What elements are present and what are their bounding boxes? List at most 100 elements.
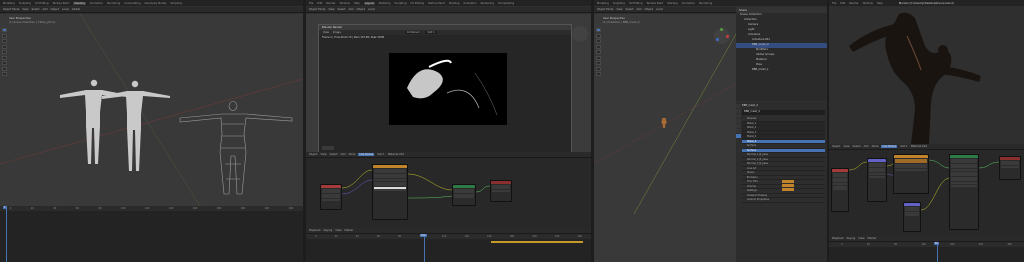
add-menu[interactable]: Add [341, 153, 346, 156]
node-menu[interactable]: Node [872, 145, 879, 148]
render-window[interactable]: Blender Render View Image Combined Slot … [318, 24, 572, 154]
menu-item[interactable]: Rendering [481, 2, 494, 5]
menu-item[interactable]: Rendering [107, 2, 120, 5]
local-toggle[interactable]: Local [62, 8, 69, 11]
menu-item[interactable]: Sculpting [394, 2, 406, 5]
modifier-tab-icon[interactable] [736, 129, 741, 133]
menu-item[interactable]: Animation [90, 2, 103, 5]
select-menu[interactable]: Select [626, 8, 634, 11]
timeline-panel[interactable]: 0 20 40 60 80 100 120 140 160 180 200 22… [0, 206, 303, 262]
render-tab-icon[interactable] [736, 109, 741, 113]
render-view-menu[interactable]: View [323, 31, 329, 34]
mode-dropdown[interactable]: Object Mode [3, 8, 19, 11]
render-image-menu[interactable]: Image [333, 31, 341, 34]
render-slot-dropdown[interactable]: Slot 1 [425, 31, 437, 34]
render-pass-dropdown[interactable]: Combined [404, 31, 422, 34]
use-nodes-toggle[interactable]: Use Nodes [881, 145, 898, 148]
menu-item[interactable]: Shading [667, 2, 678, 5]
select-menu[interactable]: Select [330, 153, 338, 156]
principled-bsdf-node[interactable] [452, 184, 476, 206]
mode-dropdown[interactable]: Object Mode [309, 8, 325, 11]
menu-item[interactable]: File [309, 2, 313, 5]
menu-item[interactable]: Sculpting [613, 2, 625, 5]
image-texture-node[interactable] [893, 154, 929, 194]
object-menu[interactable]: Object [51, 8, 59, 11]
menu-item[interactable]: Sculpting [19, 2, 31, 5]
node-menu[interactable]: Node [349, 153, 356, 156]
view-menu[interactable]: View [616, 8, 622, 11]
menu-item[interactable]: UV Editing [629, 2, 643, 5]
swatch[interactable] [782, 180, 794, 183]
section-header[interactable]: Custom Properties [742, 198, 825, 203]
view-menu[interactable]: View [328, 8, 334, 11]
render-footer-button[interactable] [322, 146, 334, 150]
object-menu[interactable]: Object [645, 8, 653, 11]
material-output-node[interactable] [490, 180, 512, 202]
add-menu[interactable]: Add [864, 145, 869, 148]
menu-item[interactable]: Geometry Nodes [145, 2, 167, 5]
node-editor[interactable] [306, 158, 591, 228]
keying-menu[interactable]: Keying [324, 229, 333, 232]
menu-item[interactable]: Help [354, 2, 360, 5]
menu-item[interactable]: Texture Paint [428, 2, 445, 5]
add-menu[interactable]: Add [43, 8, 48, 11]
menu-item[interactable]: Compositing [498, 2, 514, 5]
playhead[interactable] [6, 206, 7, 262]
scene-tab-icon[interactable] [736, 119, 741, 123]
properties-panel[interactable]: BBB_mesh_0 BBB_mesh_0 Preview Metal_1 Me… [736, 102, 827, 262]
menu-item[interactable]: Modeling [379, 2, 391, 5]
menu-item[interactable]: Animation [463, 2, 476, 5]
local-toggle[interactable]: Local [368, 8, 375, 11]
render-view[interactable] [829, 6, 1024, 144]
menu-item[interactable]: Shading [449, 2, 460, 5]
3d-viewport[interactable]: User Perspective (1) Scene Collection | … [0, 14, 303, 206]
playback-menu[interactable]: Playback [832, 237, 844, 240]
slot-dropdown[interactable]: Slot 1 [377, 153, 384, 156]
view-menu[interactable]: View [843, 145, 849, 148]
navigation-gizmo[interactable] [572, 26, 588, 42]
material-dropdown[interactable]: Material.001 [388, 153, 404, 156]
use-nodes-toggle[interactable]: Use Nodes [358, 153, 375, 156]
editor-type-dropdown[interactable]: Object [832, 145, 840, 148]
texture-coordinate-node[interactable] [831, 168, 849, 212]
menu-item[interactable]: Scripting [170, 2, 182, 5]
node-editor[interactable] [829, 150, 1024, 236]
principled-bsdf-node[interactable] [949, 154, 979, 230]
3d-viewport[interactable]: Blender Render View Image Combined Slot … [306, 14, 591, 154]
menu-item-active[interactable]: Layout [363, 1, 375, 5]
select-menu[interactable]: Select [853, 145, 861, 148]
slot-dropdown[interactable]: Slot 1 [900, 145, 907, 148]
menu-item-active[interactable]: Shading [73, 1, 86, 5]
material-output-node[interactable] [999, 156, 1021, 180]
playback-menu[interactable]: Playback [309, 229, 321, 232]
view-menu[interactable]: View [22, 8, 28, 11]
editor-type-dropdown[interactable]: Object [309, 153, 317, 156]
outliner-panel[interactable]: Scene Scene Collection Collection Camera… [736, 7, 827, 101]
menu-item[interactable]: Texture Paint [646, 2, 663, 5]
mode-dropdown[interactable]: Object Mode [597, 8, 613, 11]
view-menu[interactable]: View [320, 153, 326, 156]
keying-menu[interactable]: Keying [847, 237, 856, 240]
menu-item[interactable]: UV Editing [35, 2, 49, 5]
playhead[interactable] [424, 234, 425, 262]
select-menu[interactable]: Select [32, 8, 40, 11]
tree-item[interactable]: BBB_mesh_1 [736, 68, 827, 73]
mapping-node[interactable] [867, 158, 887, 202]
add-menu[interactable]: Add [637, 8, 642, 11]
menu-item[interactable]: Modeling [597, 2, 609, 5]
object-name-field[interactable]: BBB_mesh_0 [742, 104, 825, 109]
menu-item[interactable]: UV Editing [411, 2, 425, 5]
menu-item[interactable]: Rendering [699, 2, 712, 5]
swatch[interactable] [782, 188, 794, 191]
menu-item[interactable]: File [832, 2, 836, 5]
vector-node[interactable] [903, 202, 921, 232]
view-menu[interactable]: View [858, 237, 864, 240]
view-menu[interactable]: View [335, 229, 341, 232]
menu-item[interactable]: Render [849, 2, 858, 5]
local-toggle[interactable]: Local [656, 8, 663, 11]
select-menu[interactable]: Select [338, 8, 346, 11]
menu-item[interactable]: Render [326, 2, 335, 5]
menu-item[interactable]: Compositing [124, 2, 140, 5]
menu-item[interactable]: Modeling [3, 2, 15, 5]
texture-coordinate-node[interactable] [320, 184, 342, 210]
